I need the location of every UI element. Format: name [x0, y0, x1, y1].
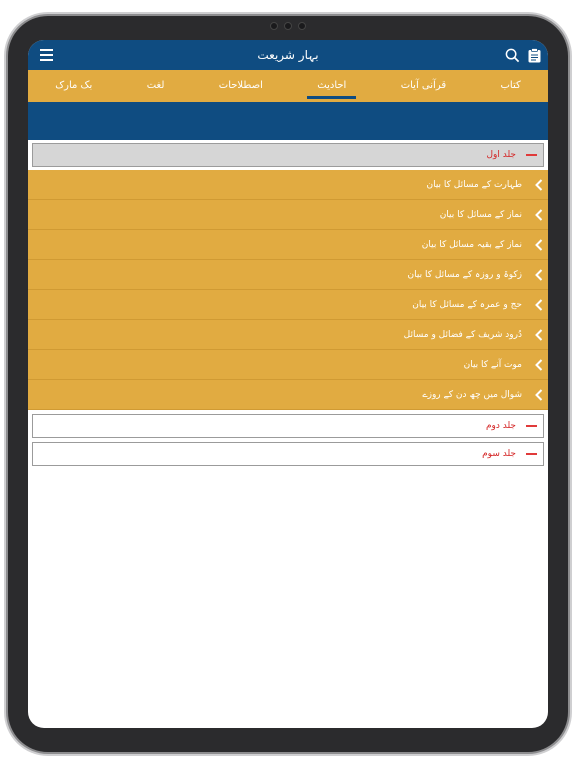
list-item[interactable]: موت آنے کا بیان: [28, 350, 548, 380]
chevron-left-icon: [532, 298, 546, 312]
list-item[interactable]: طہارت کے مسائل کا بیان: [28, 170, 548, 200]
tab-quran-verses[interactable]: قرآنی آیات: [395, 70, 452, 102]
chevron-left-icon: [532, 358, 546, 372]
list-item[interactable]: حج و عمرہ کے مسائل کا بیان: [28, 290, 548, 320]
tab-book[interactable]: کتاب: [495, 70, 527, 102]
tab-hadith[interactable]: احادیث: [307, 70, 357, 102]
top-bar: بہار شریعت: [28, 40, 548, 70]
section-header-volume-1[interactable]: جلد اول: [32, 143, 544, 167]
tab-terms[interactable]: اصطلاحات: [213, 70, 269, 102]
camera-icon: [270, 21, 306, 31]
list-item-label: شوال میں چھ دن کے روزے: [422, 389, 522, 400]
section-label: جلد دوم: [485, 421, 516, 431]
volume-1-list: طہارت کے مسائل کا بیان نماز کے مسائل کا …: [28, 170, 548, 410]
list-item-label: طہارت کے مسائل کا بیان: [426, 179, 522, 190]
section-header-volume-3[interactable]: جلد سوم: [32, 442, 544, 466]
header-banner: [28, 102, 548, 140]
list-item[interactable]: نماز کے بقیہ مسائل کا بیان: [28, 230, 548, 260]
search-icon[interactable]: [504, 47, 520, 63]
section-label: جلد اول: [486, 150, 516, 160]
section-header-volume-2[interactable]: جلد دوم: [32, 414, 544, 438]
list-item-label: نماز کے مسائل کا بیان: [439, 209, 522, 220]
list-item[interactable]: شوال میں چھ دن کے روزے: [28, 380, 548, 410]
minus-icon: [526, 425, 537, 427]
chevron-left-icon: [532, 208, 546, 222]
tab-dictionary[interactable]: لغت: [141, 70, 171, 102]
app-screen: بہار شریعت کتاب قرآنی آیات احادیث اصطلاح…: [28, 40, 548, 728]
list-item-label: نماز کے بقیہ مسائل کا بیان: [421, 239, 522, 250]
list-item-label: دُرود شریف کے فضائل و مسائل: [403, 329, 522, 340]
list-item[interactable]: دُرود شریف کے فضائل و مسائل: [28, 320, 548, 350]
list-item[interactable]: نماز کے مسائل کا بیان: [28, 200, 548, 230]
section-label: جلد سوم: [482, 449, 516, 459]
chevron-left-icon: [532, 268, 546, 282]
tab-bookmark[interactable]: بک مارک: [49, 70, 98, 102]
list-item-label: موت آنے کا بیان: [463, 359, 522, 370]
chevron-left-icon: [532, 178, 546, 192]
clipboard-icon[interactable]: [526, 47, 542, 63]
chevron-left-icon: [532, 238, 546, 252]
tab-bar: کتاب قرآنی آیات احادیث اصطلاحات لغت بک م…: [28, 70, 548, 102]
chevron-left-icon: [532, 388, 546, 402]
tablet-frame: بہار شریعت کتاب قرآنی آیات احادیث اصطلاح…: [8, 16, 568, 752]
minus-icon: [526, 453, 537, 455]
chevron-left-icon: [532, 328, 546, 342]
app-title: بہار شریعت: [257, 48, 319, 62]
list-item-label: حج و عمرہ کے مسائل کا بیان: [412, 299, 522, 310]
list-item[interactable]: زکوۃ و روزہ کے مسائل کا بیان: [28, 260, 548, 290]
list-item-label: زکوۃ و روزہ کے مسائل کا بیان: [407, 269, 522, 280]
minus-icon: [526, 154, 537, 156]
